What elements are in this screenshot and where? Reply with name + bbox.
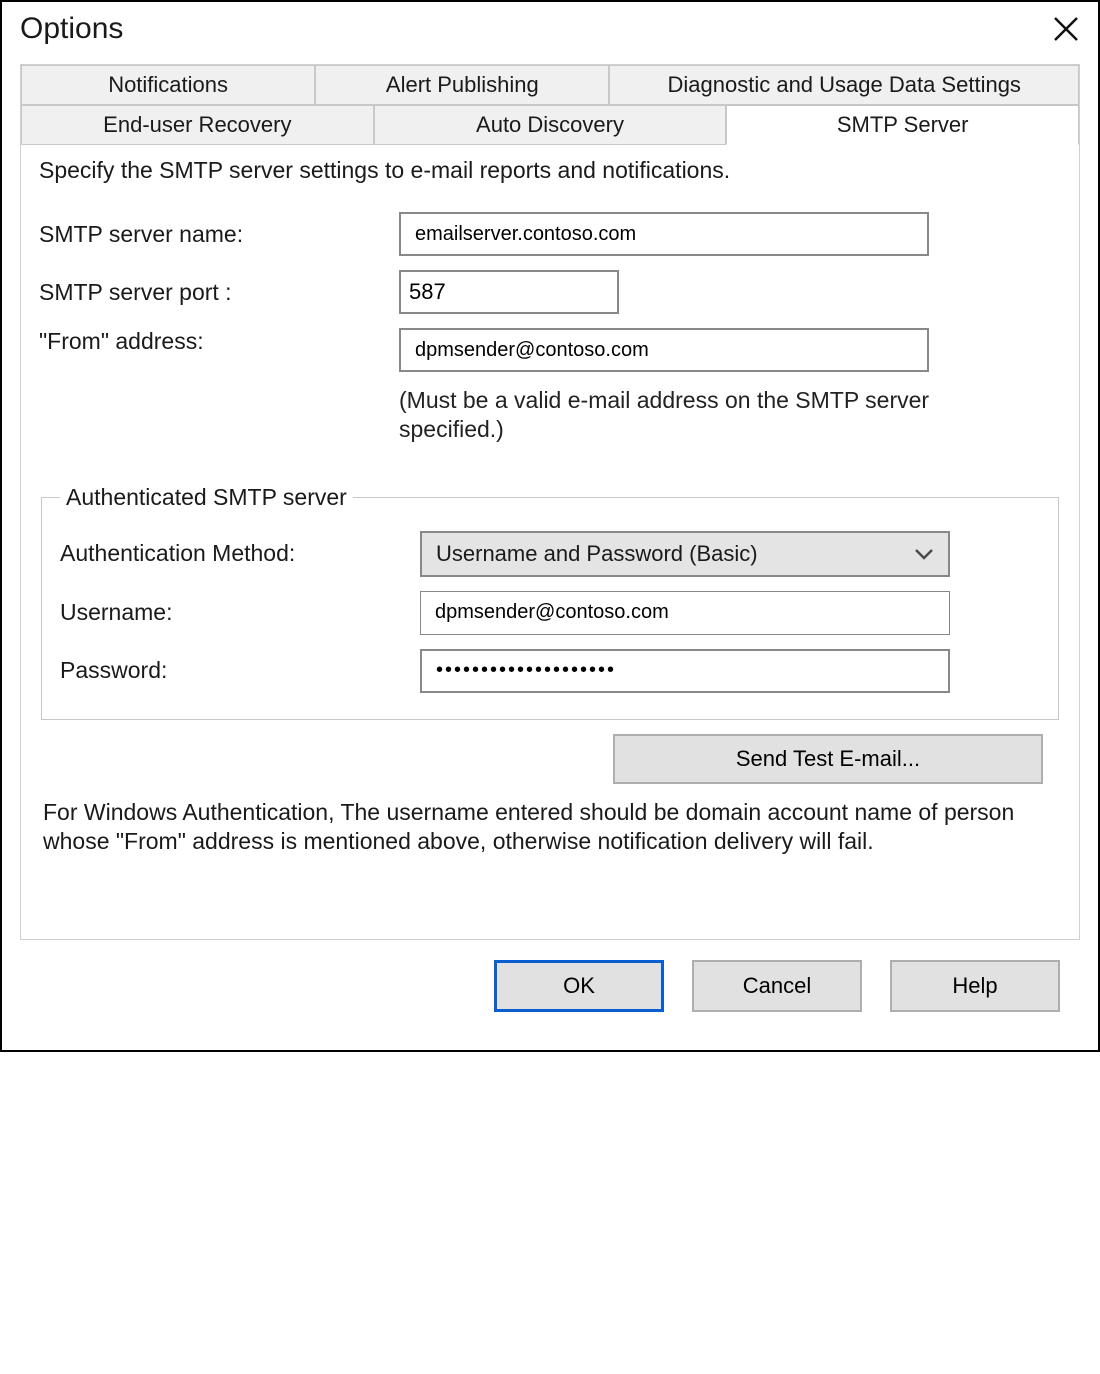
help-button[interactable]: Help — [890, 960, 1060, 1012]
window-title: Options — [20, 12, 123, 46]
smtp-intro-text: Specify the SMTP server settings to e-ma… — [39, 157, 1061, 184]
tab-diagnostic-usage[interactable]: Diagnostic and Usage Data Settings — [609, 65, 1079, 105]
auth-group-legend: Authenticated SMTP server — [60, 484, 353, 511]
close-icon[interactable] — [1052, 15, 1080, 43]
tab-strip: Notifications Alert Publishing Diagnosti… — [21, 65, 1079, 145]
tab-auto-discovery[interactable]: Auto Discovery — [374, 105, 727, 145]
dialog-button-bar: OK Cancel Help — [20, 940, 1080, 1032]
send-test-email-button[interactable]: Send Test E-mail... — [613, 734, 1043, 784]
auth-groupbox: Authenticated SMTP server Authentication… — [41, 484, 1059, 720]
smtp-server-port-input[interactable] — [399, 270, 619, 314]
auth-method-label: Authentication Method: — [60, 540, 420, 567]
auth-username-input[interactable] — [420, 591, 950, 635]
cancel-button[interactable]: Cancel — [692, 960, 862, 1012]
tab-end-user-recovery[interactable]: End-user Recovery — [21, 105, 374, 145]
smtp-server-name-label: SMTP server name: — [39, 221, 399, 248]
chevron-down-icon — [914, 547, 934, 561]
tab-smtp-server[interactable]: SMTP Server — [726, 105, 1079, 145]
auth-password-input[interactable] — [420, 649, 950, 693]
client-area: Notifications Alert Publishing Diagnosti… — [2, 64, 1098, 1050]
smtp-from-label: "From" address: — [39, 328, 399, 355]
tab-control: Notifications Alert Publishing Diagnosti… — [20, 64, 1080, 940]
ok-button[interactable]: OK — [494, 960, 664, 1012]
options-dialog: Options Notifications Alert Publishing D… — [0, 0, 1100, 1052]
tab-notifications[interactable]: Notifications — [21, 65, 315, 105]
tab-alert-publishing[interactable]: Alert Publishing — [315, 65, 609, 105]
titlebar: Options — [2, 2, 1098, 64]
auth-password-label: Password: — [60, 657, 420, 684]
smtp-from-input[interactable] — [399, 328, 929, 372]
windows-auth-note: For Windows Authentication, The username… — [43, 798, 1057, 858]
smtp-server-port-label: SMTP server port : — [39, 279, 399, 306]
smtp-from-hint: (Must be a valid e-mail address on the S… — [399, 386, 939, 444]
auth-username-label: Username: — [60, 599, 420, 626]
smtp-server-name-input[interactable] — [399, 212, 929, 256]
auth-method-value: Username and Password (Basic) — [436, 541, 758, 567]
auth-method-dropdown[interactable]: Username and Password (Basic) — [420, 531, 950, 577]
tab-page-smtp: Specify the SMTP server settings to e-ma… — [21, 145, 1079, 939]
